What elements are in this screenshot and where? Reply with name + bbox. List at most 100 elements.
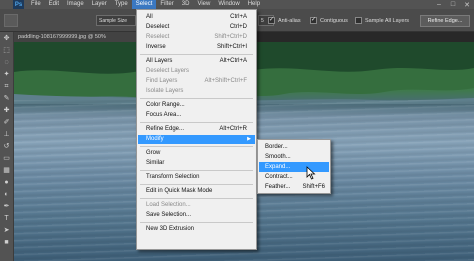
menu-item-label: Grow <box>146 150 161 156</box>
submenu-item-feather[interactable]: Feather... Shift+F6 <box>259 182 329 192</box>
menu-item-reselect[interactable]: Reselect Shift+Ctrl+D <box>138 33 255 42</box>
menu-view[interactable]: View <box>193 0 214 9</box>
menu-window[interactable]: Window <box>214 0 243 9</box>
menu-image[interactable]: Image <box>63 0 88 9</box>
menu-item-shortcut: Alt+Ctrl+R <box>219 126 247 132</box>
blur-tool-icon[interactable]: ● <box>2 178 12 188</box>
sample-size-select[interactable]: Sample Size <box>96 15 136 26</box>
menu-separator <box>140 98 253 99</box>
menu-item-deselect-layers[interactable]: Deselect Layers <box>138 67 255 76</box>
menu-item-label: Transform Selection <box>146 174 200 180</box>
healing-brush-tool-icon[interactable]: ✚ <box>2 106 12 116</box>
menu-item-modify[interactable]: Modify ▶ <box>138 135 255 144</box>
menu-type[interactable]: Type <box>111 0 132 9</box>
menu-separator <box>140 122 253 123</box>
menu-separator <box>140 184 253 185</box>
menu-item-label: New 3D Extrusion <box>146 226 195 232</box>
history-brush-tool-icon[interactable]: ↺ <box>2 142 12 152</box>
submenu-item-label: Smooth... <box>265 154 291 160</box>
menu-item-shortcut: Ctrl+D <box>229 24 247 30</box>
menu-item-new-3d-extrusion[interactable]: New 3D Extrusion <box>138 225 255 234</box>
submenu-item-shortcut: Shift+F6 <box>302 184 325 190</box>
menu-separator <box>140 170 253 171</box>
contiguous-checkbox[interactable]: ✓ Contiguous <box>310 17 348 24</box>
menu-item-transform-selection[interactable]: Transform Selection <box>138 173 255 182</box>
crop-tool-icon[interactable]: ⌗ <box>2 82 12 92</box>
submenu-item-expand[interactable]: Expand... <box>259 162 329 172</box>
gradient-tool-icon[interactable]: ▦ <box>2 166 12 176</box>
eraser-tool-icon[interactable]: ▭ <box>2 154 12 164</box>
menu-item-label: Modify <box>146 136 164 142</box>
eyedropper-tool-icon[interactable]: ✎ <box>2 94 12 104</box>
shape-tool-icon[interactable]: ■ <box>2 238 12 248</box>
menu-edit[interactable]: Edit <box>45 0 63 9</box>
pen-tool-icon[interactable]: ✒ <box>2 202 12 212</box>
menu-item-all-layers[interactable]: All Layers Alt+Ctrl+A <box>138 57 255 66</box>
menu-item-deselect[interactable]: Deselect Ctrl+D <box>138 23 255 32</box>
contiguous-check-icon: ✓ <box>310 17 317 24</box>
menu-item-load-selection[interactable]: Load Selection... <box>138 201 255 210</box>
menu-separator <box>140 222 253 223</box>
menu-item-grow[interactable]: Grow <box>138 149 255 158</box>
menu-item-refine-edge[interactable]: Refine Edge... Alt+Ctrl+R <box>138 125 255 134</box>
menu-item-label: Similar <box>146 160 165 166</box>
menu-item-label: Color Range... <box>146 102 185 108</box>
menu-layer[interactable]: Layer <box>88 0 111 9</box>
menu-help[interactable]: Help <box>244 0 264 9</box>
brush-tool-icon[interactable]: ✐ <box>2 118 12 128</box>
lasso-tool-icon[interactable]: ◌ <box>2 58 12 68</box>
close-icon[interactable]: ✕ <box>460 0 474 9</box>
menu-item-find-layers[interactable]: Find Layers Alt+Shift+Ctrl+F <box>138 77 255 86</box>
minimize-icon[interactable]: – <box>432 0 446 9</box>
menu-file[interactable]: File <box>27 0 45 9</box>
move-tool-icon[interactable]: ✥ <box>2 34 12 44</box>
tool-preset-picker[interactable] <box>4 14 18 27</box>
modify-submenu: Border... Smooth... Expand... Contract..… <box>257 139 331 194</box>
menu-item-quick-mask[interactable]: Edit in Quick Mask Mode <box>138 187 255 196</box>
submenu-item-label: Border... <box>265 144 288 150</box>
menu-item-isolate-layers[interactable]: Isolate Layers <box>138 87 255 96</box>
submenu-item-contract[interactable]: Contract... <box>259 172 329 182</box>
sample-all-layers-box <box>355 17 362 24</box>
marquee-tool-icon[interactable]: ⬚ <box>2 46 12 56</box>
menu-separator <box>140 54 253 55</box>
menu-item-label: Deselect Layers <box>146 68 190 74</box>
contiguous-label: Contiguous <box>320 17 348 24</box>
menu-filter[interactable]: Filter <box>156 0 177 9</box>
submenu-item-smooth[interactable]: Smooth... <box>259 152 329 162</box>
menu-item-inverse[interactable]: Inverse Shift+Ctrl+I <box>138 43 255 52</box>
menu-item-focus-area[interactable]: Focus Area... <box>138 111 255 120</box>
refine-edge-button[interactable]: Refine Edge... <box>420 15 470 27</box>
submenu-item-border[interactable]: Border... <box>259 142 329 152</box>
menu-item-label: Reselect <box>146 34 170 40</box>
mouse-pointer-icon <box>306 166 316 180</box>
menu-item-similar[interactable]: Similar <box>138 159 255 168</box>
menu-item-save-selection[interactable]: Save Selection... <box>138 211 255 220</box>
submenu-arrow-icon: ▶ <box>247 136 251 142</box>
menu-select[interactable]: Select <box>131 0 157 9</box>
menu-item-label: Save Selection... <box>146 212 192 218</box>
submenu-item-label: Contract... <box>265 174 293 180</box>
menu-item-label: Focus Area... <box>146 112 182 118</box>
clone-stamp-tool-icon[interactable]: ⊥ <box>2 130 12 140</box>
menu-item-label: Load Selection... <box>146 202 191 208</box>
submenu-item-label: Expand... <box>265 164 291 170</box>
menu-item-label: Inverse <box>146 44 166 50</box>
menu-item-label: All <box>146 14 153 20</box>
menu-item-label: All Layers <box>146 58 173 64</box>
magic-wand-tool-icon[interactable]: ✦ <box>2 70 12 80</box>
path-selection-tool-icon[interactable]: ➤ <box>2 226 12 236</box>
sample-all-layers-checkbox[interactable]: Sample All Layers <box>355 17 409 24</box>
menu-item-all[interactable]: All Ctrl+A <box>138 13 255 22</box>
document-tab[interactable]: paddling-108167999999.jpg @ 50% <box>14 32 154 42</box>
anti-alias-check-icon: ✓ <box>268 17 275 24</box>
anti-alias-checkbox[interactable]: ✓ Anti-alias <box>268 17 301 24</box>
menu-item-shortcut: Shift+Ctrl+I <box>216 44 247 50</box>
menu-item-color-range[interactable]: Color Range... <box>138 101 255 110</box>
menu-separator <box>140 198 253 199</box>
dodge-tool-icon[interactable]: ◐ <box>2 190 12 200</box>
maximize-icon[interactable]: □ <box>446 0 460 9</box>
menu-3d[interactable]: 3D <box>178 0 194 9</box>
type-tool-icon[interactable]: T <box>2 214 12 224</box>
menu-bar: Ps File Edit Image Layer Type Select Fil… <box>0 0 474 9</box>
